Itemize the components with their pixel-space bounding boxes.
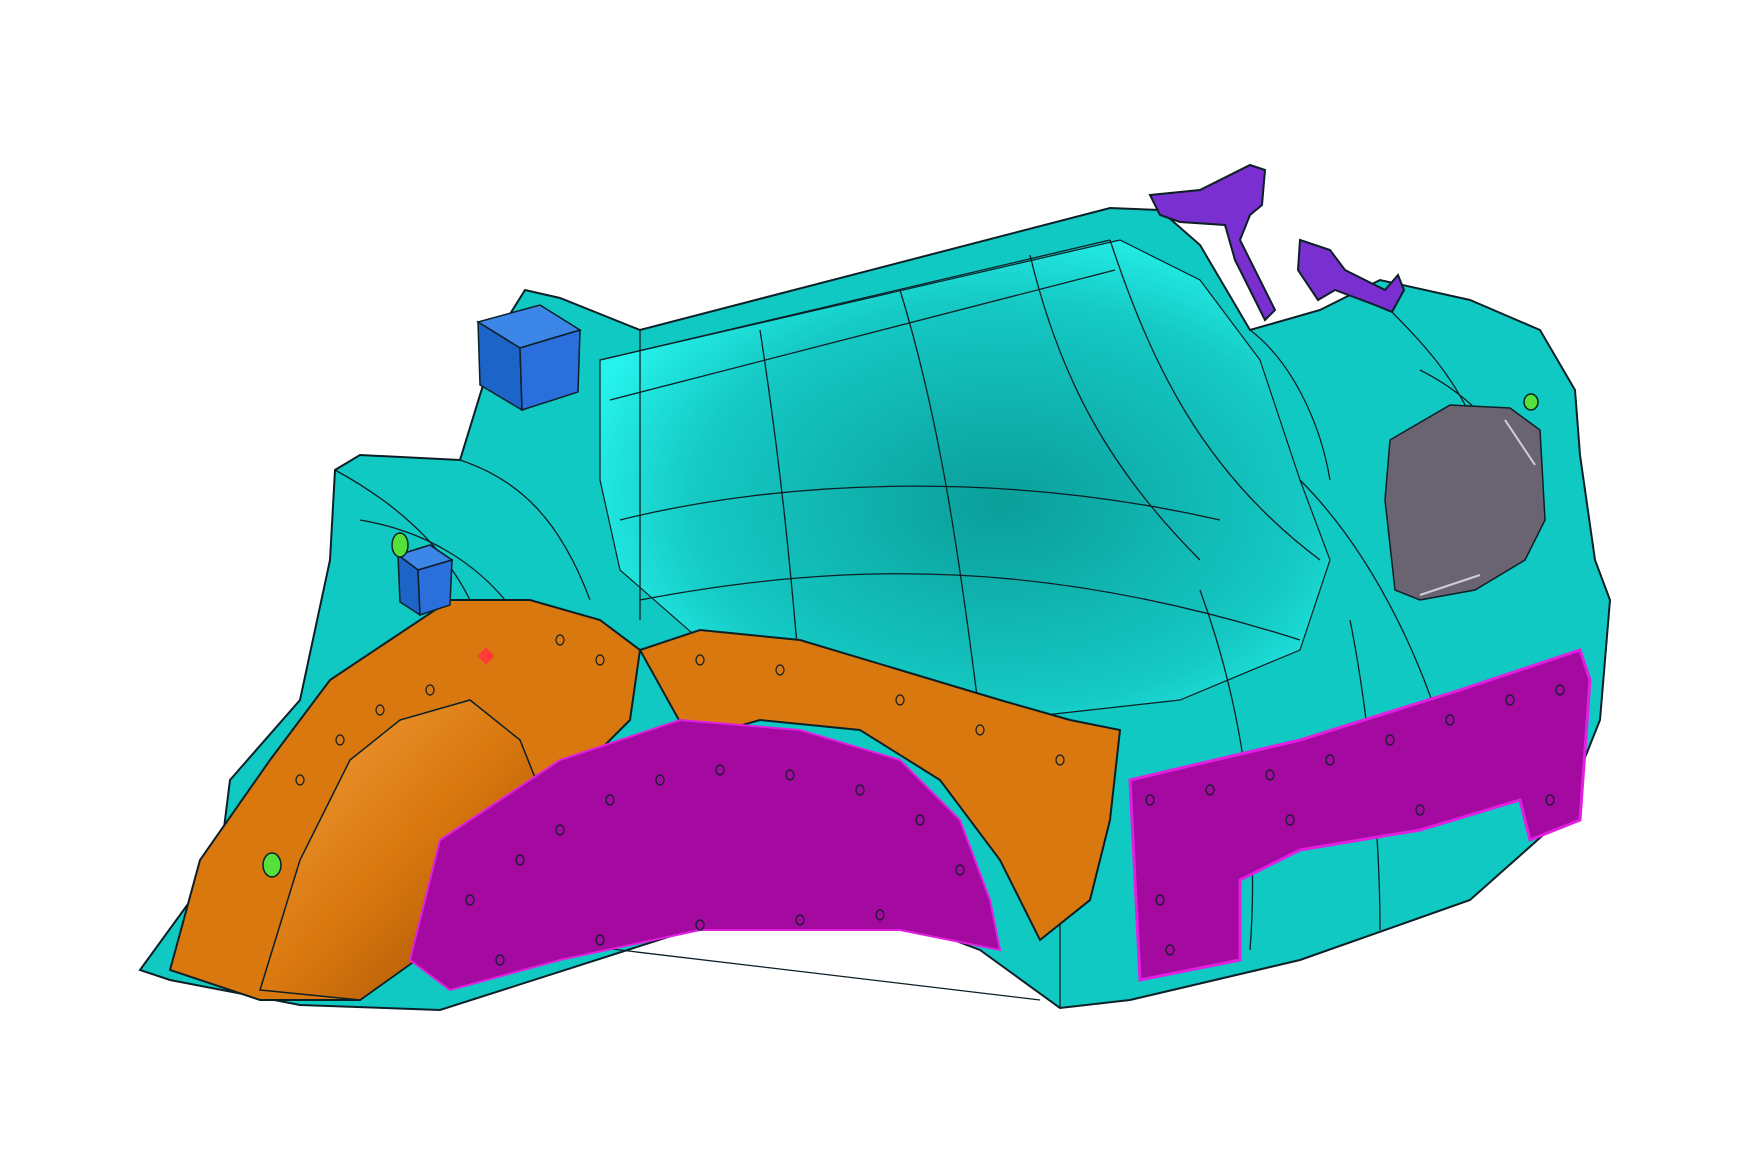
locating-hole-icon [262, 852, 282, 878]
mounting-block-lower[interactable] [396, 544, 454, 617]
locating-hole-icon [391, 532, 409, 558]
cad-model-rear-quarter-panel [138, 163, 1612, 1012]
cad-viewport[interactable] [0, 0, 1740, 1170]
locating-hole-icon [1523, 393, 1539, 411]
